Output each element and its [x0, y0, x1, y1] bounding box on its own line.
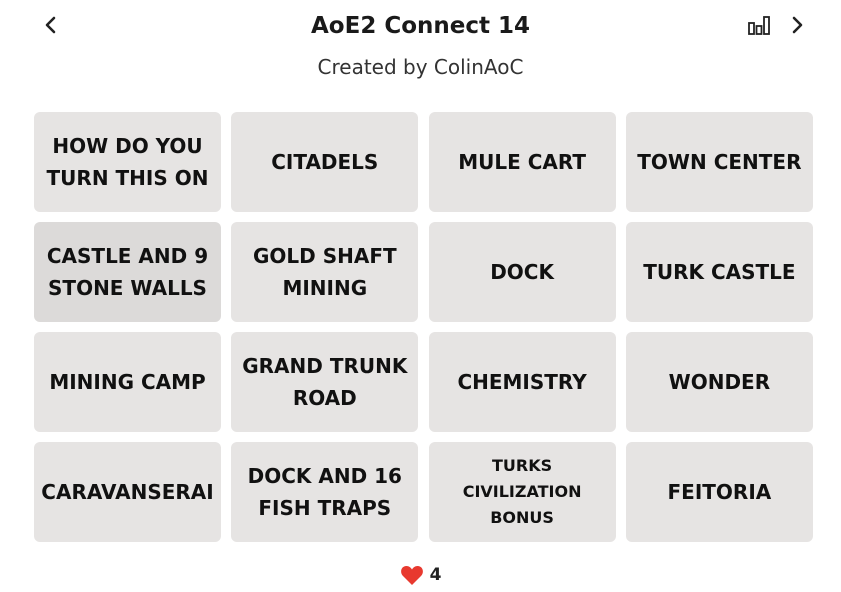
- word-tile[interactable]: DOCK AND 16 FISH TRAPS: [231, 442, 419, 542]
- word-tile[interactable]: CHEMISTRY: [428, 332, 616, 432]
- word-tile[interactable]: CARAVANSERAI: [34, 442, 221, 542]
- word-tile[interactable]: GRAND TRUNK ROAD: [231, 332, 419, 432]
- lives-indicator: 4: [0, 564, 841, 586]
- word-tile[interactable]: GOLD SHAFT MINING: [231, 222, 419, 322]
- page-title: AoE2 Connect 14: [311, 13, 530, 39]
- connections-game-page: AoE2 Connect 14 Created by ColinAoC HOW …: [0, 0, 841, 592]
- word-tile[interactable]: TOWN CENTER: [625, 112, 813, 212]
- word-tile[interactable]: DOCK: [428, 222, 616, 322]
- word-tile[interactable]: FEITORIA: [625, 442, 813, 542]
- word-tile[interactable]: MULE CART: [428, 112, 616, 212]
- word-tile[interactable]: MINING CAMP: [34, 332, 221, 432]
- word-tile[interactable]: HOW DO YOU TURN THIS ON: [34, 112, 221, 212]
- creator-credit: Created by ColinAoC: [317, 55, 524, 79]
- word-tile[interactable]: TURKS CIVILIZATION BONUS: [428, 442, 616, 542]
- next-button[interactable]: [782, 10, 812, 40]
- word-grid: HOW DO YOU TURN THIS ON CITADELS MULE CA…: [34, 112, 814, 542]
- stats-button[interactable]: [744, 10, 774, 40]
- word-tile[interactable]: CITADELS: [231, 112, 419, 212]
- lives-count: 4: [429, 565, 442, 585]
- chevron-right-icon: [792, 16, 803, 34]
- bar-chart-icon: [748, 16, 770, 35]
- word-tile[interactable]: CASTLE AND 9 STONE WALLS: [34, 222, 221, 322]
- word-tile[interactable]: WONDER: [625, 332, 813, 432]
- word-tile[interactable]: TURK CASTLE: [625, 222, 813, 322]
- heart-icon: [400, 566, 423, 585]
